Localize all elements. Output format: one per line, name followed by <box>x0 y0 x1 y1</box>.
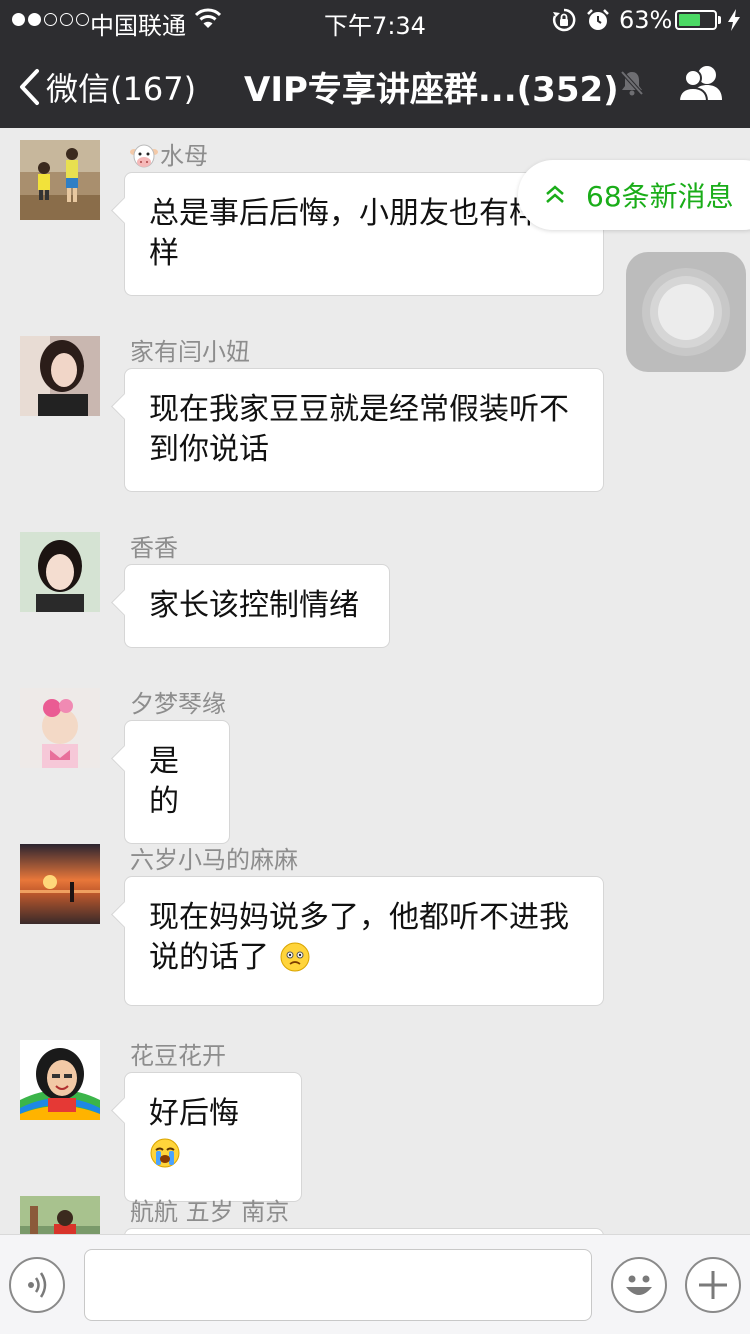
chat-title: VIP专享讲座群...(352) <box>244 70 619 110</box>
message-text: 是的 <box>149 744 179 819</box>
message-input[interactable] <box>84 1249 592 1321</box>
battery-cap <box>718 16 721 24</box>
avatar[interactable] <box>20 532 100 612</box>
group-members-icon <box>677 66 722 102</box>
sender-name: 六岁小马的麻麻 <box>130 846 298 874</box>
more-actions-button[interactable] <box>685 1257 741 1313</box>
avatar[interactable] <box>20 1040 100 1120</box>
chevron-left-icon <box>20 69 39 105</box>
avatar[interactable] <box>20 688 100 768</box>
battery-level-fill <box>679 14 700 26</box>
assistive-touch-icon <box>642 268 730 356</box>
frown-emoji-icon <box>279 941 311 984</box>
message-bubble[interactable]: 家长该控制情绪 <box>124 564 390 648</box>
sender-name: 水母 <box>130 136 208 171</box>
voice-icon <box>28 1272 47 1298</box>
cow-emoji-icon <box>130 144 158 168</box>
message-text: 总是事后后悔，小朋友也有样学样 <box>149 196 569 271</box>
emoji-button[interactable] <box>611 1257 667 1313</box>
sender-name: 家有闫小妞 <box>130 338 250 366</box>
smiley-icon <box>626 1275 652 1295</box>
sender-name: 花豆花开 <box>130 1042 226 1070</box>
message-text: 好后悔 <box>149 1096 239 1131</box>
avatar[interactable] <box>20 140 100 220</box>
back-label: 微信(167) <box>46 70 197 108</box>
message-text: 现在我家豆豆就是经常假装听不到你说话 <box>149 392 569 467</box>
assistive-touch-button[interactable] <box>626 252 746 372</box>
sender-name: 夕梦琴缘 <box>130 690 226 718</box>
battery-percent: 63% <box>619 6 673 34</box>
voice-input-button[interactable] <box>9 1257 65 1313</box>
plus-icon <box>699 1271 727 1299</box>
new-messages-button[interactable]: 68条新消息 <box>518 160 750 230</box>
message-bubble[interactable]: 好后悔 <box>124 1072 302 1202</box>
message-bubble[interactable]: 现在妈妈说多了，他都听不进我说的话了 <box>124 876 604 1006</box>
message-bubble[interactable]: 现在我家豆豆就是经常假装听不到你说话 <box>124 368 604 492</box>
sender-name-text: 水母 <box>160 142 208 170</box>
message-bubble[interactable]: 是的 <box>124 720 230 844</box>
double-chevron-up-icon <box>546 185 564 203</box>
nav-bar: 微信(167) VIP专享讲座群...(352) <box>0 40 750 128</box>
back-button[interactable]: 微信(167) <box>18 64 196 110</box>
status-bar: 中国联通 下午7:34 63% <box>0 0 750 40</box>
mute-notifications-icon <box>620 70 644 100</box>
input-bar <box>0 1234 750 1334</box>
group-members-button[interactable] <box>676 64 726 108</box>
avatar[interactable] <box>20 1196 100 1234</box>
alarm-icon <box>586 8 610 38</box>
charging-bolt-icon <box>727 8 741 38</box>
message-text: 家长该控制情绪 <box>149 588 359 623</box>
battery-icon <box>675 10 717 30</box>
message-text: 现在妈妈说多了，他都听不进我说的话了 <box>149 900 569 975</box>
avatar[interactable] <box>20 844 100 924</box>
sender-name: 航航 五岁 南京 <box>130 1198 290 1226</box>
sender-name: 香香 <box>130 534 178 562</box>
avatar[interactable] <box>20 336 100 416</box>
rotation-lock-icon <box>552 8 576 38</box>
new-messages-label: 68条新消息 <box>586 180 734 213</box>
crying-emoji-icon <box>149 1137 181 1180</box>
